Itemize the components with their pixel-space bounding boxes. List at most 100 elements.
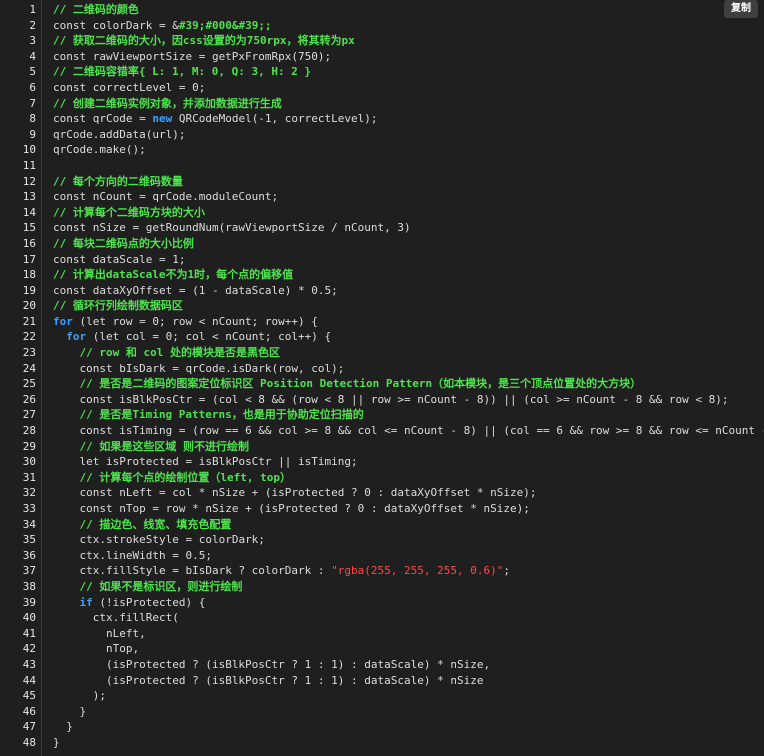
code-line: 39 if (!isProtected) { [0,595,764,611]
code-text: const correctLevel = 0; [53,80,205,96]
code-line: 24 const bIsDark = qrCode.isDark(row, co… [0,361,764,377]
code-token: ctx.fillStyle = bIsDark ? colorDark : [79,564,332,578]
code-token: (isProtected ? (isBlkPosCtr ? 1 : 1) : d… [105,673,484,687]
code-text: const rawViewportSize = getPxFromRpx(750… [53,49,331,65]
code-text: if (!isProtected) { [53,595,206,611]
code-line: 12 // 每个方向的二维码数量 [0,174,764,190]
code-string: "rgba(255, 255, 255, 0.6)" [331,564,504,578]
code-line: 36 ctx.lineWidth = 0.5; [0,548,764,564]
line-number: 48 [22,735,36,749]
code-line: 22 for (let col = 0; col < nCount; col++… [0,329,764,345]
line-number: 17 [22,252,36,266]
code-text: // 每个方向的二维码数量 [53,174,183,190]
code-text: ctx.fillRect( [53,610,179,626]
code-token: const colorDark = & [53,18,179,32]
code-text: // 创建二维码实例对象，并添加数据进行生成 [53,96,282,112]
code-token: (let row = 0; row < nCount; row++) { [72,314,318,328]
code-line: 23 // row 和 col 处的模块是否是黑色区 [0,345,764,361]
line-number: 10 [22,143,36,157]
code-line: 15 const nSize = getRoundNum(rawViewportS… [0,220,764,236]
code-line: 11 [0,158,764,174]
copy-button[interactable]: 复制 [724,0,758,18]
code-line: 26 const isBlkPosCtr = (col < 8 && (row … [0,392,764,408]
code-token: ; [503,564,510,578]
code-line: 30 let isProtected = isBlkPosCtr || isTi… [0,454,764,470]
code-line: 33 const nTop = row * nSize + (isProtect… [0,501,764,517]
code-comment: // 获取二维码的大小，因css设置的为750rpx，将其转为px [53,34,355,48]
code-line: 9 qrCode.addData(url); [0,127,764,143]
code-token: ctx.strokeStyle = colorDark; [79,533,265,547]
code-text: (isProtected ? (isBlkPosCtr ? 1 : 1) : d… [53,673,484,689]
line-number: 12 [22,174,36,188]
code-token: (!isProtected) { [92,595,206,609]
line-number: 19 [22,283,36,297]
code-token: nTop, [105,642,140,656]
line-number: 11 [22,158,36,172]
line-number: 38 [22,579,36,593]
line-number: 15 [22,221,36,235]
code-line: 17 const dataScale = 1; [0,252,764,268]
line-number: 13 [22,190,36,204]
code-line: 31 // 计算每个点的绘制位置（left, top） [0,470,764,486]
code-line: 25 // 是否是二维码的图案定位标识区 Position Detection … [0,376,764,392]
line-number: 39 [22,595,36,609]
code-token: ctx.lineWidth = 0.5; [79,548,212,562]
code-comment: // 是否是Timing Patterns，也是用于协助定位扫描的 [79,408,364,422]
code-line: 7 // 创建二维码实例对象，并添加数据进行生成 [0,96,764,112]
code-keyword: for [66,330,87,344]
code-text: const nLeft = col * nSize + (isProtected… [53,485,537,501]
code-line: 21 for (let row = 0; row < nCount; row++)… [0,314,764,330]
line-number: 24 [22,361,36,375]
line-number: 27 [22,408,36,422]
code-text: } [53,735,60,751]
line-number: 47 [22,720,36,734]
code-text: qrCode.addData(url); [53,127,185,143]
code-line: 18 // 计算出dataScale不为1时，每个点的偏移值 [0,267,764,283]
line-number: 16 [22,236,36,250]
line-number: 34 [22,517,36,531]
code-text: qrCode.make(); [53,142,146,158]
code-text: const isTiming = (row == 6 && col >= 8 &… [53,423,764,439]
code-line: 48} [0,735,764,751]
line-number: 42 [22,642,36,656]
code-line: 19 const dataXyOffset = (1 - dataScale) *… [0,283,764,299]
code-text: // row 和 col 处的模块是否是黑色区 [53,345,280,361]
line-number: 40 [22,611,36,625]
line-number: 37 [22,564,36,578]
line-number: 32 [22,486,36,500]
code-text: const qrCode = new QRCodeModel(-1, corre… [53,111,378,127]
code-token: const qrCode = [53,112,153,126]
line-number: 25 [22,377,36,391]
code-token: const nCount = qrCode.moduleCount; [53,190,279,204]
code-text: for (let col = 0; col < nCount; col++) { [53,329,331,345]
code-text: // 获取二维码的大小，因css设置的为750rpx，将其转为px [53,33,355,49]
line-number: 41 [22,626,36,640]
code-text: nLeft, [53,626,146,642]
code-line: 35 ctx.strokeStyle = colorDark; [0,532,764,548]
code-text: // 二维码的颜色 [53,2,139,18]
line-number: 20 [22,299,36,313]
code-token: const isBlkPosCtr = (col < 8 && (row < 8… [79,392,729,406]
code-line: 14 // 计算每个二维码方块的大小 [0,205,764,221]
code-token: const nTop = row * nSize + (isProtected … [79,502,530,515]
code-text: ); [53,688,106,704]
code-line: 3 // 获取二维码的大小，因css设置的为750rpx，将其转为px [0,33,764,49]
code-line: 44 (isProtected ? (isBlkPosCtr ? 1 : 1) … [0,673,764,689]
code-text: ctx.fillStyle = bIsDark ? colorDark : "r… [53,563,510,579]
line-number: 28 [22,424,36,438]
code-text: // 描边色、线宽、填充色配置 [53,517,232,533]
code-line: 8 const qrCode = new QRCodeModel(-1, corr… [0,111,764,127]
code-line: 45 ); [0,688,764,704]
line-number: 6 [29,80,36,94]
code-text: nTop, [53,641,139,657]
code-token: QRCodeModel(-1, correctLevel); [172,112,378,126]
